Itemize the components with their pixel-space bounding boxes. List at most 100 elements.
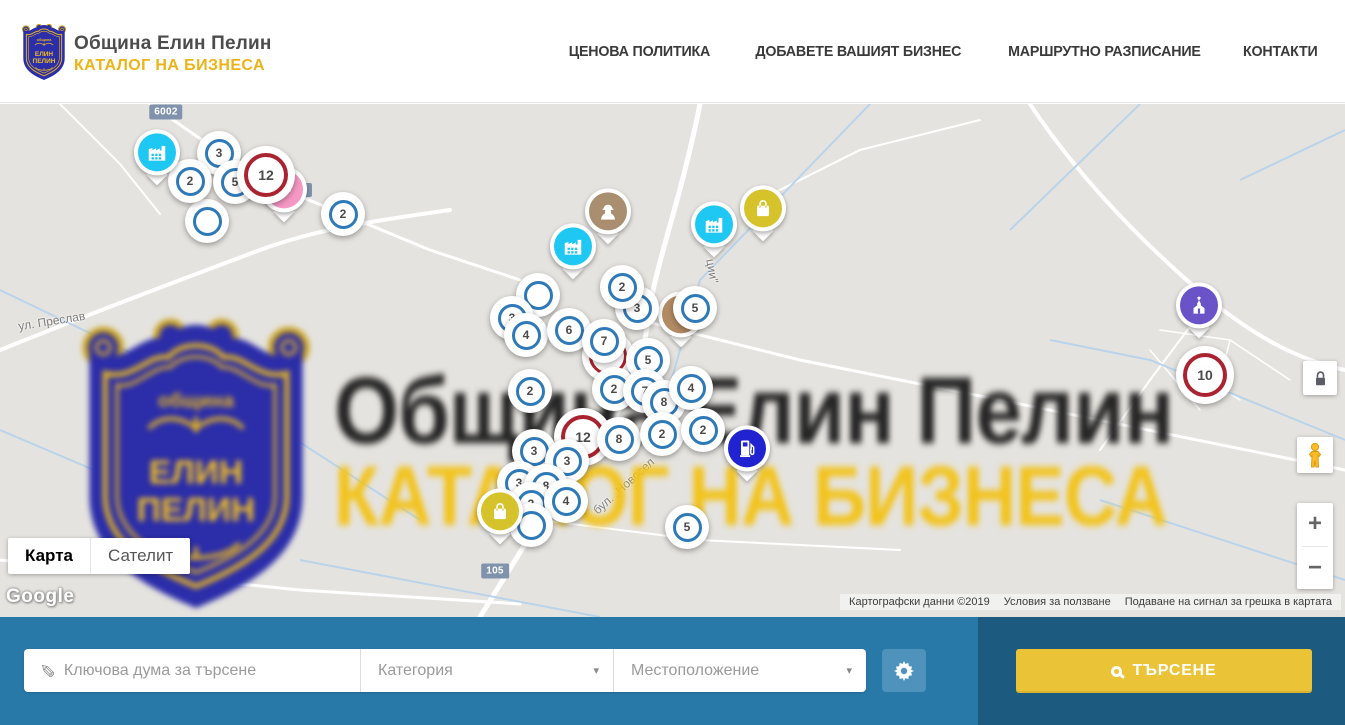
pin-disc: [134, 129, 180, 175]
map-cluster[interactable]: 2: [640, 412, 684, 456]
cluster-count: 10: [1183, 353, 1227, 397]
svg-text:ПЕЛИН: ПЕЛИН: [33, 58, 56, 65]
map-cluster[interactable]: 8: [597, 417, 641, 461]
header: община ЕЛИН ПЕЛИН Община Елин Пелин КАТА…: [0, 0, 1345, 103]
map-cluster[interactable]: 4: [669, 366, 713, 410]
cluster-count: 4: [552, 487, 581, 516]
pin-disc: [1176, 282, 1222, 328]
cluster-count: 7: [590, 327, 619, 356]
cluster-count: 2: [329, 200, 358, 229]
cluster-count: [193, 207, 222, 236]
pin-disc: [724, 425, 770, 471]
svg-text:община: община: [37, 38, 53, 42]
pin-disc: [691, 201, 737, 247]
map-cluster[interactable]: 4: [504, 313, 548, 357]
site-title: Община Елин Пелин: [74, 33, 272, 55]
cluster-count: 2: [648, 420, 677, 449]
map-view-button[interactable]: Карта: [8, 538, 90, 574]
page: община ЕЛИН ПЕЛИН Община Елин Пелин КАТА…: [0, 0, 1345, 725]
fuel-pump-icon: [728, 429, 766, 467]
lock-icon[interactable]: [1303, 361, 1337, 395]
map-pin-factory[interactable]: [134, 129, 180, 175]
pin-disc: [585, 188, 631, 234]
search-icon: [1111, 666, 1122, 677]
map-pin-shopping-bag[interactable]: [740, 185, 786, 231]
shopping-bag-icon: [744, 189, 782, 227]
factory-icon: [138, 133, 176, 171]
zoom-out-button[interactable]: −: [1297, 546, 1333, 589]
cluster-count: 2: [608, 273, 637, 302]
shield-graphic: община ЕЛИН ПЕЛИН: [21, 19, 67, 85]
keyword-field[interactable]: ✎: [24, 649, 360, 692]
pencil-icon: ✎: [34, 663, 57, 679]
map-cluster[interactable]: 5: [665, 505, 709, 549]
map-cluster[interactable]: 2: [681, 408, 725, 452]
advanced-settings-button[interactable]: [882, 649, 926, 692]
map-cluster[interactable]: 12: [237, 146, 295, 204]
cluster-count: 12: [244, 153, 288, 197]
satellite-view-button[interactable]: Сателит: [90, 538, 190, 574]
google-logo[interactable]: Google: [6, 586, 74, 608]
search-button-label: ТЪРСЕНЕ: [1132, 662, 1216, 680]
worker-icon: [589, 192, 627, 230]
road-badge: 105: [481, 564, 509, 579]
street-view-pegman[interactable]: [1297, 437, 1333, 473]
map-pin-church[interactable]: [1176, 282, 1222, 328]
category-select-value: Категория: [378, 662, 453, 680]
factory-icon: [695, 205, 733, 243]
map-pin-factory[interactable]: [691, 201, 737, 247]
svg-text:ПЕЛИН: ПЕЛИН: [137, 492, 255, 529]
keyword-input[interactable]: [64, 662, 348, 680]
search-bar: ✎ Категория ▾ Местоположение ▾ ТЪРСЕНЕ: [0, 617, 1345, 725]
road-badge: 6002: [149, 105, 182, 120]
site-brand[interactable]: Община Елин Пелин КАТАЛОГ НА БИЗНЕСА: [74, 33, 272, 75]
svg-text:ЕЛИН: ЕЛИН: [35, 51, 54, 58]
cluster-count: 4: [512, 321, 541, 350]
svg-text:ЕЛИН: ЕЛИН: [149, 455, 243, 492]
map-pin-shopping-bag[interactable]: [477, 488, 523, 534]
map-cluster[interactable]: 10: [1176, 346, 1234, 404]
chevron-down-icon: ▾: [846, 664, 852, 677]
search-fields-group: ✎ Категория ▾ Местоположение ▾: [24, 649, 866, 692]
map-cluster[interactable]: 2: [600, 265, 644, 309]
cluster-count: 5: [681, 294, 710, 323]
zoom-control: + −: [1297, 503, 1333, 589]
church-icon: [1180, 286, 1218, 324]
nav-item-4[interactable]: КОНТАКТИ: [1243, 43, 1318, 60]
attribution-link[interactable]: Условия за ползване: [999, 596, 1116, 608]
attribution-link[interactable]: Подаване на сигнал за грешка в картата: [1120, 596, 1337, 608]
map-data-notice: Картографски данни ©2019: [844, 596, 995, 608]
pin-disc: [740, 185, 786, 231]
location-select-value: Местоположение: [631, 662, 759, 680]
map-pin-fuel-pump[interactable]: [724, 425, 770, 471]
map-pin-worker[interactable]: [585, 188, 631, 234]
zoom-in-button[interactable]: +: [1297, 503, 1333, 546]
map-cluster[interactable]: 5: [673, 286, 717, 330]
cluster-count: 2: [689, 416, 718, 445]
cluster-count: 5: [673, 513, 702, 542]
municipality-logo[interactable]: община ЕЛИН ПЕЛИН: [21, 19, 67, 85]
gear-icon: [894, 661, 914, 681]
nav-item-1[interactable]: ЦЕНОВА ПОЛИТИКА: [569, 43, 710, 60]
shopping-bag-icon: [481, 492, 519, 530]
main-nav: ЦЕНОВА ПОЛИТИКА ДОБАВЕТЕ ВАШИЯТ БИЗНЕС МАР…: [565, 0, 1320, 103]
nav-item-2[interactable]: ДОБАВЕТЕ ВАШИЯТ БИЗНЕС: [755, 43, 961, 60]
category-select[interactable]: Категория ▾: [360, 649, 613, 692]
map-cluster[interactable]: 7: [582, 319, 626, 363]
cluster-count: 8: [605, 425, 634, 454]
map-attribution: Картографски данни ©2019 Условия за ползв…: [840, 594, 1341, 610]
site-subtitle: КАТАЛОГ НА БИЗНЕСА: [74, 57, 272, 75]
map-cluster[interactable]: 2: [508, 369, 552, 413]
cluster-count: 6: [555, 316, 584, 345]
map-type-control: Карта Сателит: [8, 538, 190, 574]
map-cluster[interactable]: [185, 199, 229, 243]
map-canvas[interactable]: 6002105 ул. Преславбул. „Новоселции" общ…: [0, 104, 1345, 617]
cluster-count: 4: [677, 374, 706, 403]
nav-item-3[interactable]: МАРШРУТНО РАЗПИСАНИЕ: [1008, 43, 1201, 60]
map-cluster[interactable]: 2: [321, 192, 365, 236]
pin-disc: [477, 488, 523, 534]
location-select[interactable]: Местоположение ▾: [613, 649, 866, 692]
cluster-count: 2: [516, 377, 545, 406]
search-button[interactable]: ТЪРСЕНЕ: [1016, 649, 1312, 693]
svg-text:община: община: [158, 390, 235, 412]
